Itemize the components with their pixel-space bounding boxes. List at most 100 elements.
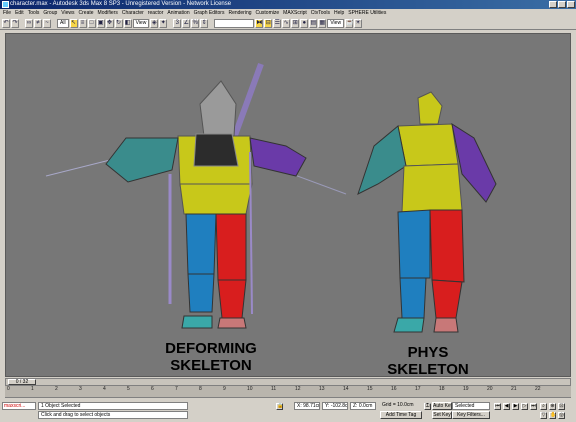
grid-size-readout: Grid = 10.0cm [380,402,422,410]
curve-editor-icon[interactable]: ∿ [282,18,291,28]
track-tick: 16 [391,386,397,392]
time-slider[interactable]: 0 / 32 [5,378,571,386]
material-editor-icon[interactable]: ● [300,18,309,28]
pivot-center-icon[interactable]: ◈ [150,18,159,28]
title-bar: character.max - Autodesk 3ds Max 8 SP3 -… [0,0,576,9]
zoom-all-icon[interactable]: ⊕ [549,403,556,410]
main-toolbar: ↶ ↷ ∞ ≠ ~ All ↖ ≡ □ ▣ ✥ ↻ ◧ View ◈ ✦ 3 ∠… [0,17,576,30]
selection-status: 1 Object Selected [38,402,188,410]
select-object-icon[interactable]: ↖ [69,18,78,28]
menu-views[interactable]: Views [61,9,74,17]
track-tick: 7 [175,386,178,392]
quick-render-icon[interactable]: ☕ [345,18,354,28]
menu-rendering[interactable]: Rendering [228,9,251,17]
maxscript-listener[interactable]: maxscri... [2,402,36,410]
menu-customize[interactable]: Customize [256,9,280,17]
time-slider-thumb[interactable]: 0 / 32 [8,379,36,385]
field-of-view-icon[interactable]: ▽ [540,412,547,419]
go-to-start-icon[interactable]: ⏮ [494,403,501,410]
x-coordinate-field[interactable]: X: 98.71cm [294,402,320,410]
set-key-mode-icon[interactable]: ⚿ [424,403,431,410]
deforming-caption-line-1: DEFORMING [165,340,257,357]
menu-create[interactable]: Create [79,9,94,17]
track-tick: 5 [127,386,130,392]
menu-modifiers[interactable]: Modifiers [98,9,118,17]
snaps-toggle-icon[interactable]: 3 [173,18,182,28]
phys-caption-line-1: PHYS [407,344,449,361]
track-bar[interactable]: 0 1 2 3 4 5 6 7 8 9 10 11 12 13 14 15 16… [5,386,571,398]
menu-animation[interactable]: Animation [167,9,189,17]
window-title: character.max - Autodesk 3ds Max 8 SP3 -… [10,1,232,7]
menu-help[interactable]: Help [334,9,344,17]
menu-character[interactable]: Character [122,9,144,17]
link-icon[interactable]: ∞ [25,18,33,28]
track-tick: 1 [31,386,34,392]
mirror-icon[interactable]: ⧓ [255,18,264,28]
track-tick: 3 [79,386,82,392]
track-tick: 9 [223,386,226,392]
pan-icon[interactable]: ✋ [549,412,556,419]
unlink-icon[interactable]: ≠ [34,18,42,28]
rectangular-selection-icon[interactable]: □ [87,18,96,28]
z-coordinate-field[interactable]: Z: 0.0cm [350,402,376,410]
menu-ctvtools[interactable]: CtvTools [311,9,330,17]
render-view-dropdown[interactable]: View [327,18,345,28]
app-window: character.max - Autodesk 3ds Max 8 SP3 -… [0,0,576,422]
zoom-extents-icon[interactable]: ⊡ [558,403,565,410]
bind-space-warp-icon[interactable]: ~ [43,18,51,28]
next-frame-icon[interactable]: ▷ [521,403,528,410]
maximize-button[interactable] [558,1,566,8]
select-scale-icon[interactable]: ◧ [123,18,132,28]
reference-coordinate-dropdown[interactable]: View [132,18,150,28]
undo-icon[interactable]: ↶ [2,18,10,28]
spinner-snap-icon[interactable]: ⇕ [200,18,209,28]
perspective-viewport[interactable]: DEFORMING SKELETON PHYS SKELETON [5,33,571,377]
menu-file[interactable]: File [3,9,11,17]
phys-caption-line-2: SKELETON [387,361,469,377]
minimize-button[interactable] [549,1,557,8]
active-shade-icon[interactable]: ☀ [354,18,363,28]
redo-icon[interactable]: ↷ [11,18,19,28]
selection-filter-dropdown[interactable]: All [57,18,69,28]
zoom-icon[interactable]: ⌕ [540,403,547,410]
menu-tools[interactable]: Tools [28,9,40,17]
menu-group[interactable]: Group [43,9,57,17]
go-to-end-icon[interactable]: ⏭ [530,403,537,410]
menu-edit[interactable]: Edit [15,9,24,17]
close-button[interactable] [567,1,575,8]
key-filters-button[interactable]: Key Filters... [452,411,490,419]
auto-key-button[interactable]: Auto Key [432,402,452,410]
schematic-view-icon[interactable]: ⊞ [291,18,300,28]
play-icon[interactable]: ▶ [512,403,519,410]
set-key-button[interactable]: Set Key [432,411,452,419]
key-mode-dropdown[interactable]: Selected [452,402,490,410]
track-tick: 12 [295,386,301,392]
render-setup-icon[interactable]: ▤ [309,18,318,28]
select-by-name-icon[interactable]: ≡ [78,18,87,28]
y-coordinate-field[interactable]: Y: -102.8cm [322,402,348,410]
menu-bar: File Edit Tools Group Views Create Modif… [0,9,576,17]
add-time-tag-button[interactable]: Add Time Tag [380,411,422,419]
status-bar: maxscri... 1 Object Selected Click and d… [0,399,576,422]
angle-snap-icon[interactable]: ∠ [182,18,191,28]
window-crossing-icon[interactable]: ▣ [96,18,105,28]
render-frame-icon[interactable]: ▦ [318,18,327,28]
manipulate-icon[interactable]: ✦ [159,18,168,28]
previous-frame-icon[interactable]: ◀ [503,403,510,410]
align-icon[interactable]: ⊟ [264,18,273,28]
orbit-icon[interactable]: ◎ [558,412,565,419]
percent-snap-icon[interactable]: % [191,18,200,28]
select-move-icon[interactable]: ✥ [105,18,114,28]
menu-maxscript[interactable]: MAXScript [283,9,307,17]
menu-reactor[interactable]: reactor [148,9,164,17]
lock-selection-icon[interactable]: 🔒 [276,403,283,410]
menu-graph-editors[interactable]: Graph Editors [194,9,225,17]
phys-skeleton-figure [357,91,497,333]
menu-sphere-utilities[interactable]: SPHERE Utilities [348,9,386,17]
track-tick: 15 [367,386,373,392]
named-selection-dropdown[interactable] [214,18,255,28]
layer-manager-icon[interactable]: ☰ [273,18,282,28]
track-tick: 8 [199,386,202,392]
select-rotate-icon[interactable]: ↻ [114,18,123,28]
track-tick: 0 [7,386,10,392]
